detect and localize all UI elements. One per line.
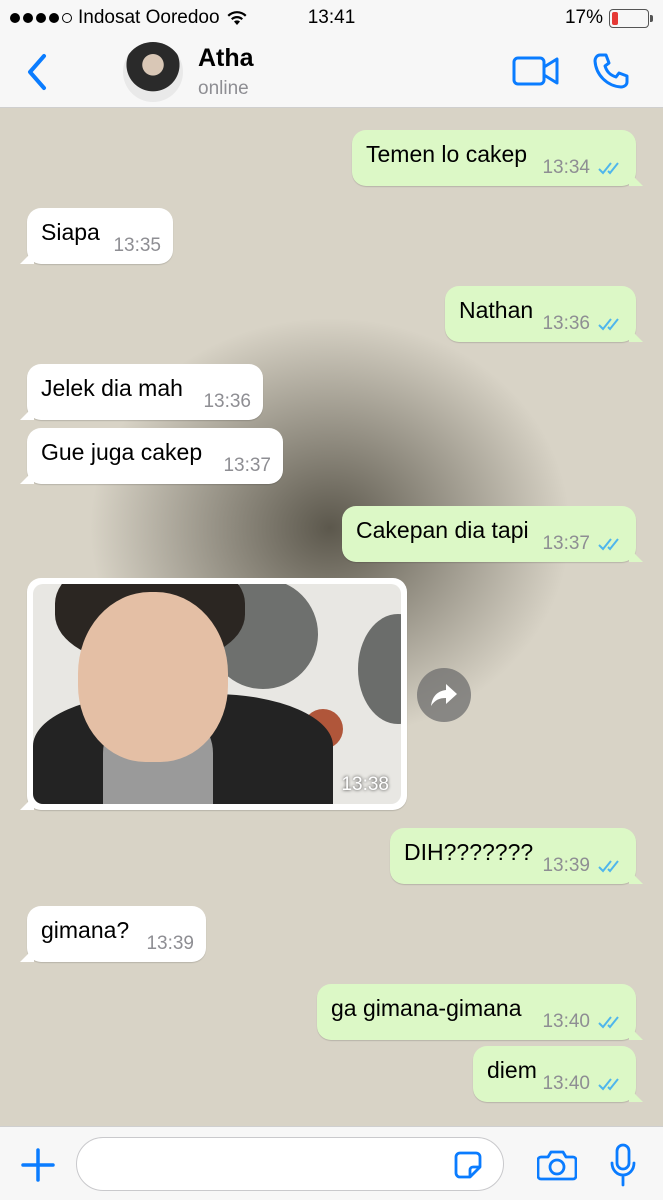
photo-thumbnail[interactable]: 13:38 — [33, 584, 401, 804]
status-right: 17% — [564, 7, 653, 29]
message-bubble[interactable]: Jelek dia mah 13:36 — [27, 364, 263, 420]
message-time: 13:36 — [542, 313, 590, 334]
battery-icon — [609, 8, 653, 28]
message-text: gimana? — [41, 917, 130, 943]
message-text: DIH??????? — [404, 839, 534, 865]
back-chevron-icon — [28, 54, 46, 90]
video-call-button[interactable] — [512, 54, 560, 88]
message-bubble[interactable]: Gue juga cakep 13:37 — [27, 428, 283, 484]
chat-area[interactable]: Temen lo cakep 13:34 Siapa 13:35 Nathan … — [0, 108, 663, 1126]
back-button[interactable] — [22, 52, 54, 92]
message-bubble[interactable]: Cakepan dia tapi 13:37 — [342, 506, 636, 562]
message-text: ga gimana-gimana — [331, 995, 522, 1021]
video-camera-icon — [512, 56, 559, 86]
message-bubble[interactable]: Siapa 13:35 — [27, 208, 173, 264]
message-text: Gue juga cakep — [41, 439, 203, 465]
message-bubble[interactable]: diem 13:40 — [473, 1046, 636, 1102]
voice-call-button[interactable] — [591, 51, 631, 91]
sticker-button[interactable] — [452, 1149, 484, 1181]
message-bubble[interactable]: gimana? 13:39 — [27, 906, 206, 962]
read-receipt-icon — [598, 860, 619, 873]
plus-icon — [21, 1148, 55, 1182]
message-bubble[interactable]: DIH??????? 13:39 — [390, 828, 636, 884]
message-bubble[interactable]: Temen lo cakep 13:34 — [352, 130, 636, 186]
message-time: 13:36 — [203, 391, 251, 412]
camera-icon — [536, 1150, 578, 1181]
battery-percent: 17% — [564, 7, 603, 28]
read-receipt-icon — [598, 538, 619, 551]
message-time: 13:38 — [341, 774, 389, 795]
forward-icon — [431, 684, 457, 706]
battery-level — [612, 11, 618, 25]
forward-button[interactable] — [417, 668, 471, 722]
image-message[interactable]: 13:38 — [27, 578, 407, 810]
message-time: 13:37 — [542, 533, 590, 554]
message-time: 13:39 — [146, 933, 194, 954]
message-text: Siapa — [41, 219, 100, 245]
message-time: 13:34 — [542, 157, 590, 178]
microphone-button[interactable] — [609, 1143, 637, 1187]
message-input[interactable] — [76, 1137, 504, 1191]
message-time: 13:40 — [542, 1073, 590, 1094]
read-receipt-icon — [598, 1016, 619, 1029]
composer-bar — [0, 1126, 663, 1200]
message-time: 13:37 — [223, 455, 271, 476]
read-receipt-icon — [598, 318, 619, 331]
message-text: diem — [487, 1057, 537, 1083]
microphone-icon — [610, 1143, 636, 1187]
message-time: 13:40 — [542, 1011, 590, 1032]
message-bubble[interactable]: ga gimana-gimana 13:40 — [317, 984, 636, 1040]
status-bar: Indosat Ooredoo 13:41 17% — [0, 0, 663, 36]
message-text: Cakepan dia tapi — [356, 517, 529, 543]
message-time: 13:39 — [542, 855, 590, 876]
avatar[interactable] — [123, 42, 183, 102]
contact-name[interactable]: Atha — [198, 44, 254, 73]
message-text: Jelek dia mah — [41, 375, 183, 401]
read-receipt-icon — [598, 162, 619, 175]
camera-button[interactable] — [536, 1149, 578, 1181]
read-receipt-icon — [598, 1078, 619, 1091]
sticker-icon — [454, 1151, 482, 1179]
message-text: Temen lo cakep — [366, 141, 528, 167]
attach-button[interactable] — [20, 1147, 56, 1183]
message-time: 13:35 — [113, 235, 161, 256]
message-bubble[interactable]: Nathan 13:36 — [445, 286, 636, 342]
message-text: Nathan — [459, 297, 534, 323]
phone-icon — [593, 53, 629, 89]
chat-header: Atha online — [0, 36, 663, 108]
contact-status: online — [198, 78, 249, 99]
status-time: 13:41 — [307, 7, 356, 28]
